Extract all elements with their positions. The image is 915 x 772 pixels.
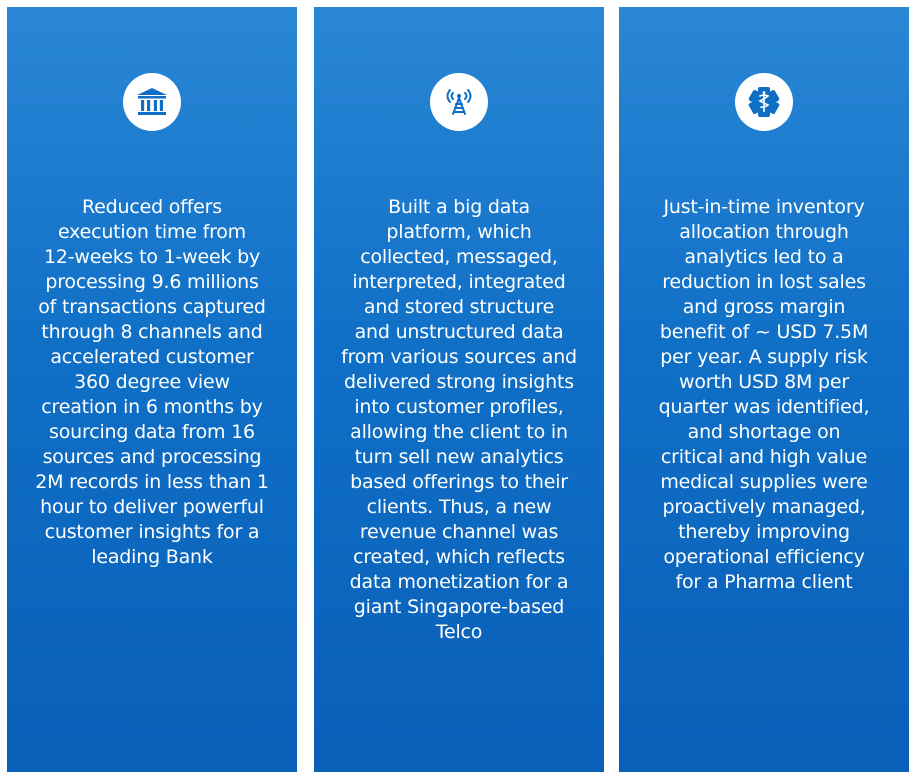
text-line: of transactions captured	[38, 296, 266, 318]
text-line: data monetization for a	[349, 571, 569, 593]
text-line: sourcing data from 16	[49, 421, 255, 443]
text-line: and shortage on	[687, 421, 841, 443]
text-line: allowing the client to in	[350, 421, 568, 443]
signal-tower-icon	[430, 73, 488, 131]
case-card-bank: Reduced offers execution time from 12-we…	[7, 7, 297, 772]
text-line: allocation through	[679, 221, 849, 243]
case-description: Reduced offers execution time from 12-we…	[27, 195, 277, 570]
text-line: for a Pharma client	[675, 571, 853, 593]
text-line: creation in 6 months by	[41, 396, 263, 418]
text-line: platform, which	[386, 221, 532, 243]
text-line: interpreted, integrated	[352, 271, 566, 293]
text-line: hour to deliver powerful	[40, 496, 264, 518]
text-line: and unstructured data	[354, 321, 564, 343]
medical-caduceus-icon	[735, 73, 793, 131]
text-line: based offerings to their	[350, 471, 568, 493]
text-line: leading Bank	[91, 546, 213, 568]
text-line: processing 9.6 millions	[45, 271, 259, 293]
case-description: Built a big data platform, which collect…	[334, 195, 584, 645]
text-line: and stored structure	[363, 296, 555, 318]
text-line: Built a big data	[388, 196, 530, 218]
text-line: clients. Thus, a new	[366, 496, 552, 518]
text-line: Reduced offers	[82, 196, 222, 218]
text-line: operational efficiency	[663, 546, 865, 568]
text-line: into customer profiles,	[354, 396, 564, 418]
text-line: benefit of ~ USD 7.5M	[659, 321, 869, 343]
case-card-telco: Built a big data platform, which collect…	[314, 7, 604, 772]
text-line: thereby improving	[678, 521, 850, 543]
text-line: revenue channel was	[359, 521, 559, 543]
text-line: created, which reflects	[353, 546, 565, 568]
text-line: Telco	[435, 621, 483, 643]
case-card-pharma: Just-in-time inventory allocation throug…	[619, 7, 909, 772]
text-line: quarter was identified,	[658, 396, 870, 418]
text-line: customer insights for a	[44, 521, 260, 543]
text-line: per year. A supply risk	[660, 346, 868, 368]
text-line: execution time from	[57, 221, 246, 243]
case-study-row: Reduced offers execution time from 12-we…	[0, 0, 915, 772]
text-line: delivered strong insights	[344, 371, 574, 393]
text-line: medical supplies were	[660, 471, 868, 493]
text-line: 360 degree view	[74, 371, 230, 393]
text-line: collected, messaged,	[360, 246, 558, 268]
text-line: analytics led to a	[684, 246, 844, 268]
text-line: from various sources and	[341, 346, 577, 368]
text-line: giant Singapore-based	[353, 596, 565, 618]
text-line: sources and processing	[42, 446, 262, 468]
text-line: worth USD 8M per	[678, 371, 850, 393]
text-line: 2M records in less than 1	[35, 471, 269, 493]
text-line: accelerated customer	[50, 346, 254, 368]
text-line: and gross margin	[682, 296, 846, 318]
text-line: proactively managed,	[662, 496, 866, 518]
text-line: critical and high value	[660, 446, 868, 468]
text-line: 12-weeks to 1-week by	[43, 246, 261, 268]
case-description: Just-in-time inventory allocation throug…	[639, 195, 889, 595]
text-line: Just-in-time inventory	[663, 196, 865, 218]
text-line: reduction in lost sales	[662, 271, 866, 293]
text-line: through 8 channels and	[41, 321, 263, 343]
bank-icon	[123, 73, 181, 131]
text-line: turn sell new analytics	[354, 446, 564, 468]
